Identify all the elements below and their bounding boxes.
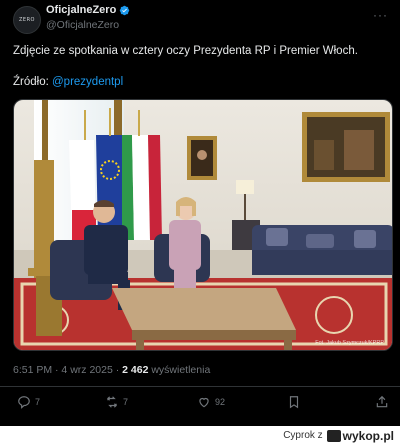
author-name-row: OficjalneZero xyxy=(46,4,130,16)
tweet-source-line: Źródło: @prezydentpl xyxy=(13,75,123,90)
author-handle[interactable]: @OficjalneZero xyxy=(46,19,119,31)
display-name[interactable]: OficjalneZero xyxy=(46,4,116,16)
reply-count: 7 xyxy=(35,397,41,407)
verified-badge-icon xyxy=(120,5,130,15)
source-label: Źródło: xyxy=(13,76,52,88)
wykop-footer: Cyprok z wykop.pl xyxy=(0,426,400,445)
avatar-text: ZERO xyxy=(19,17,35,23)
views-count: 2 462 xyxy=(122,364,149,376)
wykop-logo-icon xyxy=(326,429,341,442)
more-options-icon[interactable]: ··· xyxy=(373,8,388,22)
share-icon xyxy=(376,395,388,408)
meeting-photo-illustration xyxy=(14,100,392,350)
photo-watermark: Fot. Jakub Szymczuk/KPRP xyxy=(315,340,384,346)
wykop-brand: wykop.pl xyxy=(342,428,394,443)
avatar[interactable]: ZERO xyxy=(13,6,41,34)
divider xyxy=(0,386,400,387)
wykop-logo[interactable]: wykop.pl xyxy=(326,428,394,443)
views-label: wyświetlenia xyxy=(148,364,211,376)
share-button[interactable] xyxy=(375,395,389,409)
bookmark-icon xyxy=(289,396,299,409)
retweet-button[interactable]: 7 xyxy=(105,395,128,409)
tweet-timestamp[interactable]: 6:51 PM · 4 wrz 2025 · xyxy=(13,364,122,376)
tweet-text: Zdjęcie ze spotkania w cztery oczy Prezy… xyxy=(13,45,358,57)
reply-button[interactable]: 7 xyxy=(17,395,40,409)
like-button[interactable]: 92 xyxy=(197,395,225,409)
tweet-photo[interactable]: Fot. Jakub Szymczuk/KPRP xyxy=(13,99,393,351)
tweet-meta: 6:51 PM · 4 wrz 2025 · 2 462 wyświetleni… xyxy=(13,364,210,376)
retweet-icon xyxy=(107,396,117,408)
retweet-count: 7 xyxy=(123,397,129,407)
like-count: 92 xyxy=(215,397,226,407)
source-mention-link[interactable]: @prezydentpl xyxy=(52,76,123,88)
heart-icon xyxy=(199,397,209,408)
bookmark-button[interactable] xyxy=(287,395,301,409)
tweet-card[interactable]: ZERO OficjalneZero @OficjalneZero ··· Zd… xyxy=(0,0,400,426)
action-bar: 7 7 92 xyxy=(0,395,400,415)
footer-user-label: Cyprok z xyxy=(283,430,323,441)
reply-icon xyxy=(18,396,30,409)
